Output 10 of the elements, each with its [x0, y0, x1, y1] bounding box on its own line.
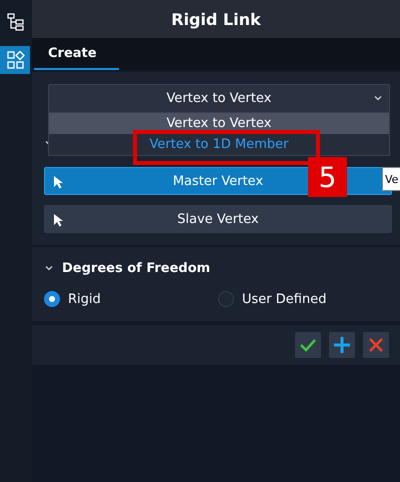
step-badge: 5	[308, 157, 347, 197]
section-title: Degrees of Freedom	[62, 260, 210, 276]
link-type-dropdown[interactable]: Vertex to Vertex	[48, 84, 390, 113]
window-title: Rigid Link	[32, 0, 400, 38]
vertex-pick-button[interactable]: Slave Vertex	[44, 205, 392, 233]
dropdown-option[interactable]: Vertex to Vertex	[49, 113, 389, 134]
dropdown-option[interactable]: Vertex to 1D Member	[49, 134, 389, 155]
radio-label: Rigid	[68, 292, 101, 306]
tooltip: Ve	[382, 167, 400, 191]
radio-label: User Defined	[242, 292, 326, 306]
